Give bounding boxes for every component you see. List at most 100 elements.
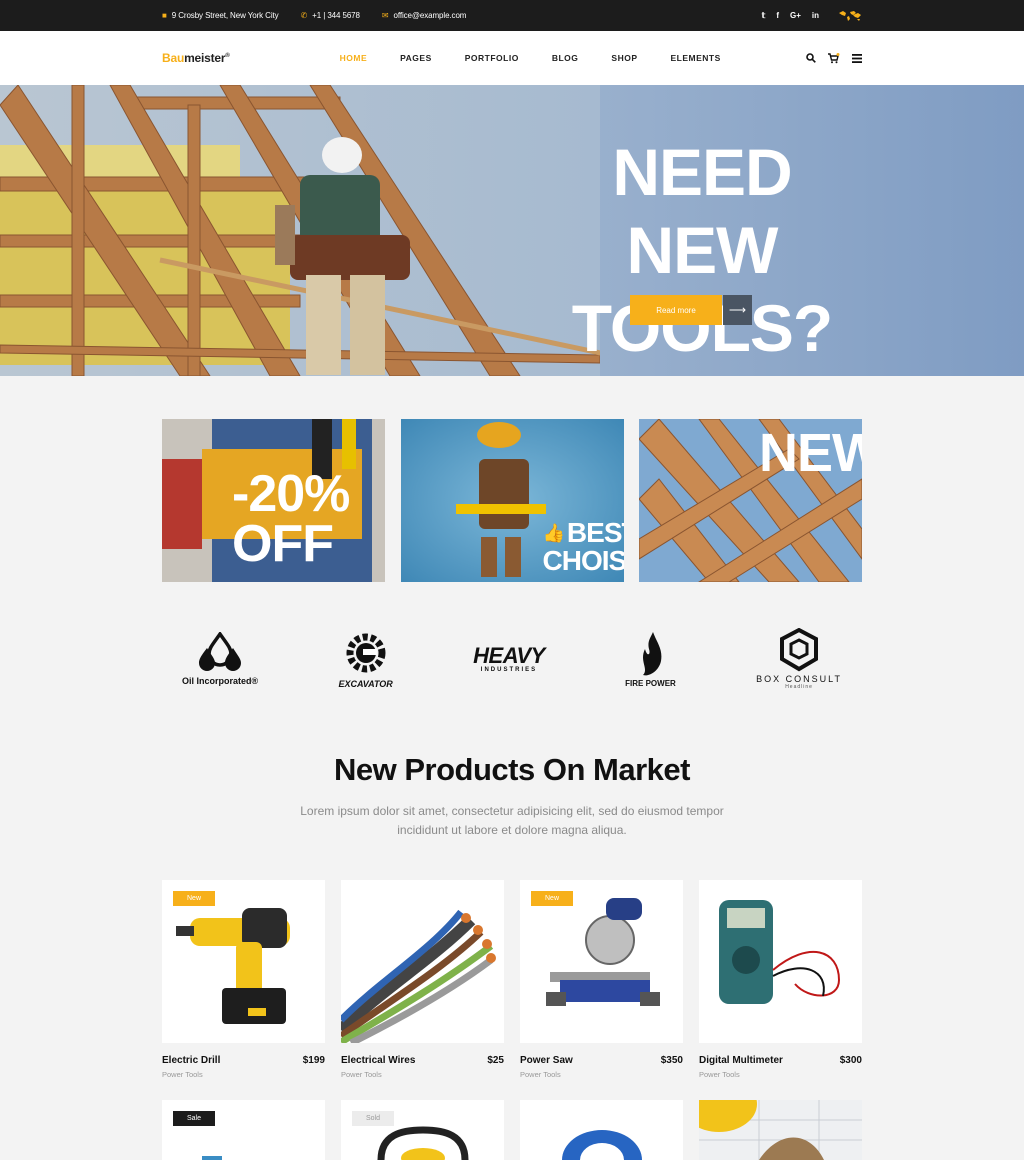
main-header: Baumeister® HOME PAGES PORTFOLIO BLOG SH… <box>0 31 1024 85</box>
search-icon[interactable] <box>806 53 816 63</box>
site-logo[interactable]: Baumeister® <box>162 51 230 65</box>
product-card[interactable] <box>699 1100 862 1160</box>
sale-badge: Sale <box>173 1111 216 1126</box>
brand-box-sub: Headline <box>785 684 813 690</box>
product-card[interactable]: New Power Saw $350 Power Tools <box>520 880 683 1094</box>
product-card[interactable]: New Electric Drill $199 Power Tools <box>162 880 325 1094</box>
nav-home[interactable]: HOME <box>340 53 368 63</box>
hero-title-line2: NEW TOOLS? <box>571 213 833 365</box>
google-plus-icon[interactable]: G+ <box>790 11 801 20</box>
product-image[interactable] <box>699 1100 862 1160</box>
brand-box-consult[interactable]: BOX CONSULT Headline <box>756 628 842 690</box>
brand-excavator[interactable]: EXCAVATOR <box>338 629 393 689</box>
product-image[interactable] <box>341 880 504 1043</box>
promo-discount-line2: OFF <box>232 515 334 573</box>
product-image[interactable]: New <box>162 880 325 1043</box>
product-card[interactable]: Digital Multimeter $300 Power Tools <box>699 880 862 1094</box>
product-name[interactable]: Digital Multimeter <box>699 1055 783 1066</box>
product-card[interactable]: Sale <box>162 1100 325 1160</box>
hero-banner: NEED NEW TOOLS? Read more ⟶ <box>0 85 1024 376</box>
brand-oil-label: Oil Incorporated® <box>182 676 259 686</box>
product-category[interactable]: Power Tools <box>162 1070 325 1094</box>
product-price: $199 <box>302 1055 325 1066</box>
menu-icon[interactable] <box>852 53 862 63</box>
promo-banners: -20% OFF 👍BEST CHOISE <box>162 419 862 582</box>
promo-best-line2: CHOISE <box>542 545 624 576</box>
nav-portfolio[interactable]: PORTFOLIO <box>465 53 519 63</box>
logo-part-a: Bau <box>162 51 185 65</box>
nav-shop[interactable]: SHOP <box>611 53 637 63</box>
nav-pages[interactable]: PAGES <box>400 53 432 63</box>
product-grid: New Electric Drill $199 Power Tools Elec… <box>162 880 862 1094</box>
cart-icon[interactable] <box>828 52 840 64</box>
product-image[interactable] <box>520 1100 683 1160</box>
product-price: $350 <box>660 1055 683 1066</box>
product-price: $25 <box>487 1055 504 1066</box>
address-info: ■ 9 Crosby Street, New York City <box>162 11 279 20</box>
oil-drops-icon <box>199 632 242 671</box>
product-category[interactable]: Power Tools <box>699 1070 862 1094</box>
hero-title-line1: NEED <box>612 135 792 209</box>
product-name[interactable]: Power Saw <box>520 1055 573 1066</box>
section-title: New Products On Market <box>334 752 690 787</box>
promo-best-choice[interactable]: 👍BEST CHOISE <box>400 419 624 582</box>
promo-discount[interactable]: -20% OFF <box>162 419 385 582</box>
wires-image <box>341 909 496 1043</box>
ear-muffs-image <box>377 1126 469 1160</box>
new-badge: New <box>173 891 216 906</box>
arrow-right-icon[interactable]: ⟶ <box>723 295 752 325</box>
phone-text: +1 | 344 5678 <box>312 11 360 20</box>
product-price: $300 <box>839 1055 862 1066</box>
email-info[interactable]: ✉ office@example.com <box>381 11 467 20</box>
phone-icon: ✆ <box>300 11 308 20</box>
product-image[interactable] <box>699 880 862 1043</box>
brand-fire-power[interactable]: FIRE POWER <box>625 631 676 688</box>
envelope-icon: ✉ <box>381 11 389 20</box>
sold-badge: Sold <box>352 1111 395 1126</box>
gear-excavator-icon <box>346 633 386 673</box>
product-category[interactable]: Power Tools <box>520 1070 683 1094</box>
top-bar: ■ 9 Crosby Street, New York City ✆ +1 | … <box>0 0 1024 31</box>
phone-info[interactable]: ✆ +1 | 344 5678 <box>301 11 360 20</box>
tape-image <box>562 1130 642 1160</box>
facebook-icon[interactable]: f <box>776 11 779 20</box>
logo-trademark: ® <box>225 53 230 59</box>
address-text: 9 Crosby Street, New York City <box>171 11 279 20</box>
world-map-icon[interactable] <box>838 10 862 22</box>
promo-new-text: NEW <box>759 423 862 483</box>
box-cube-icon <box>780 628 819 672</box>
product-image[interactable]: Sold <box>341 1100 504 1160</box>
product-card[interactable] <box>520 1100 683 1160</box>
brand-logos: Oil Incorporated® EXCAVATOR HEAVY INDUST… <box>162 624 862 694</box>
product-grid-row2: Sale Sold <box>162 1100 862 1160</box>
brand-box-label: BOX CONSULT <box>756 674 842 684</box>
nav-blog[interactable]: BLOG <box>552 53 579 63</box>
product-name[interactable]: Electrical Wires <box>341 1055 415 1066</box>
read-more-button[interactable]: Read more <box>630 295 722 325</box>
product-image[interactable]: New <box>520 880 683 1043</box>
product-card[interactable]: Electrical Wires $25 Power Tools <box>341 880 504 1094</box>
twitter-icon[interactable]: 𝕥 <box>762 11 766 20</box>
truck-icon: ■ <box>162 11 167 20</box>
main-nav: HOME PAGES PORTFOLIO BLOG SHOP ELEMENTS <box>340 53 754 63</box>
nav-elements[interactable]: ELEMENTS <box>671 53 721 63</box>
multimeter-image <box>719 900 841 1004</box>
product-name[interactable]: Electric Drill <box>162 1055 220 1066</box>
brand-fire-label: FIRE POWER <box>625 678 676 688</box>
brand-heavy-label: HEAVY <box>473 643 545 668</box>
logo-part-b: meister <box>184 51 226 65</box>
brand-oil-incorporated[interactable]: Oil Incorporated® <box>182 632 258 686</box>
promo-new[interactable]: NEW <box>639 419 862 582</box>
section-subtitle: Lorem ipsum dolor sit amet, consectetur … <box>300 804 724 837</box>
product-category[interactable]: Power Tools <box>341 1070 504 1094</box>
thumbs-up-icon: 👍 <box>542 523 565 543</box>
email-text: office@example.com <box>393 11 467 20</box>
brand-heavy-industries[interactable]: HEAVY INDUSTRIES <box>473 643 545 674</box>
product-image[interactable]: Sale <box>162 1100 325 1160</box>
flame-icon <box>643 631 662 675</box>
hero-construction-image <box>0 85 600 376</box>
linkedin-icon[interactable]: in <box>812 11 819 20</box>
promo-best-line1: BEST <box>566 517 624 548</box>
product-card[interactable]: Sold <box>341 1100 504 1160</box>
promo-discount-line1: -20% <box>232 465 350 523</box>
